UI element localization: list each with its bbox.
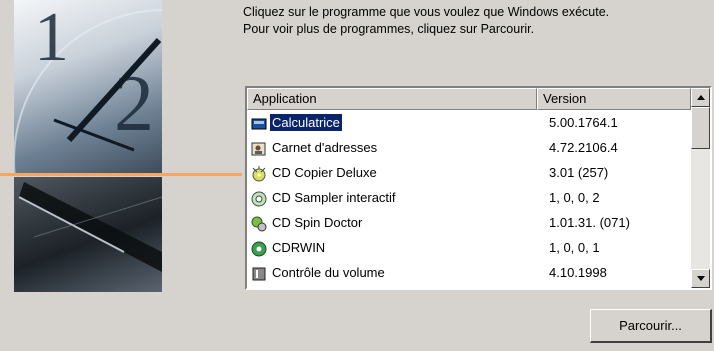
address-book-icon: [251, 140, 267, 156]
cd-spin-doctor-icon: [251, 215, 267, 232]
list-item-name: CD Sampler interactif: [272, 190, 396, 205]
list-item[interactable]: Carnet d'adresses 4.72.2106.4: [247, 135, 691, 160]
list-item-version: 1, 0, 0, 1: [549, 240, 600, 255]
list-item-name: Calculatrice: [270, 114, 342, 131]
list-item-name: Carnet d'adresses: [272, 140, 378, 155]
arrow-down-icon: [697, 276, 705, 281]
list-item[interactable]: CD Spin Doctor 1.01.31. (071): [247, 210, 691, 235]
arrow-up-icon: [697, 95, 705, 100]
column-header-version[interactable]: Version: [537, 88, 691, 110]
scrollbar-thumb[interactable]: [691, 107, 710, 149]
list-item-name: Contrôle du volume: [272, 265, 385, 280]
instruction-line-1: Cliquez sur le programme que vous voulez…: [243, 5, 610, 19]
calculator-icon: [251, 115, 267, 131]
pen-image: [14, 177, 162, 292]
list-item-name: CDRWIN: [272, 240, 326, 255]
list-header: Application Version: [247, 88, 691, 110]
browse-button[interactable]: Parcourir...: [590, 309, 712, 343]
list-item[interactable]: Calculatrice 5.00.1764.1: [247, 110, 691, 135]
vertical-scrollbar[interactable]: [691, 88, 710, 288]
list-item[interactable]: CDRWIN 1, 0, 0, 1: [247, 235, 691, 260]
svg-text:1: 1: [34, 0, 69, 76]
list-item[interactable]: Contrôle du volume 4.10.1998: [247, 260, 691, 285]
list-item-version: 5.00.1764.1: [549, 115, 618, 130]
instructions: Cliquez sur le programme que vous voulez…: [243, 5, 683, 37]
list-item-version: 1.01.31. (071): [549, 215, 630, 230]
cd-copier-icon: [251, 165, 267, 182]
column-header-application[interactable]: Application: [247, 88, 537, 110]
clock-image: 1 2: [14, 0, 162, 175]
program-list[interactable]: Application Version Calculatrice 5.00.17…: [245, 86, 712, 290]
list-item[interactable]: CD Sampler interactif 1, 0, 0, 2: [247, 185, 691, 210]
callout-line: [0, 173, 242, 176]
instruction-line-2: Pour voir plus de programmes, cliquez su…: [243, 22, 535, 36]
list-item-version: 4.72.2106.4: [549, 140, 618, 155]
scroll-up-button[interactable]: [691, 88, 710, 107]
list-item[interactable]: CD Copier Deluxe 3.01 (257): [247, 160, 691, 185]
list-item-version: 1, 0, 0, 2: [549, 190, 600, 205]
list-item-version: 4.10.1998: [549, 265, 607, 280]
list-rows: Calculatrice 5.00.1764.1 Carnet d'adress…: [247, 110, 691, 288]
volume-control-icon: [251, 265, 267, 281]
scroll-down-button[interactable]: [691, 269, 710, 288]
list-item-name: CD Copier Deluxe: [272, 165, 377, 180]
list-item-name: CD Spin Doctor: [272, 215, 363, 230]
svg-text:2: 2: [114, 60, 154, 148]
list-item-version: 3.01 (257): [549, 165, 609, 180]
cdrwin-icon: [251, 240, 267, 257]
cd-sampler-icon: [251, 190, 267, 207]
